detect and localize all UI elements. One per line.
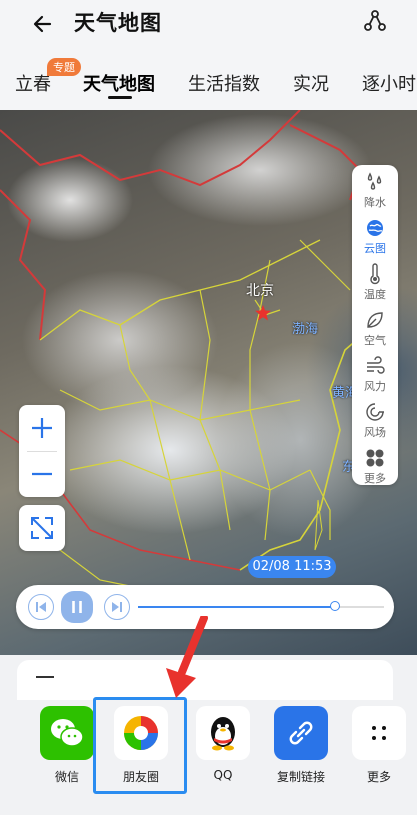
share-qq[interactable]: QQ bbox=[193, 706, 253, 782]
thermometer-icon bbox=[370, 263, 380, 285]
sea-label-bohai: 渤海 bbox=[292, 322, 319, 337]
cloud-globe-icon bbox=[367, 220, 383, 236]
next-frame-button[interactable] bbox=[104, 594, 130, 620]
pause-icon bbox=[72, 601, 82, 613]
pointer-arrow-icon bbox=[166, 616, 208, 698]
tab-life-index[interactable]: 生活指数 bbox=[188, 70, 260, 96]
leaf-icon bbox=[367, 312, 383, 328]
layer-selector: 降水 云图 温度 空气 风力 风场 更多 bbox=[352, 165, 398, 485]
layer-cloud[interactable]: 云图 bbox=[352, 217, 398, 256]
wind-field-icon bbox=[366, 403, 384, 421]
layer-more[interactable]: 更多 bbox=[352, 447, 398, 486]
skip-forward-icon bbox=[112, 602, 122, 612]
tab-weather-map[interactable]: 天气地图 bbox=[83, 70, 155, 96]
layer-wind-force[interactable]: 风力 bbox=[352, 355, 398, 394]
layer-wind-field[interactable]: 风场 bbox=[352, 401, 398, 440]
timeline-knob[interactable] bbox=[329, 601, 340, 611]
pause-button[interactable] bbox=[61, 591, 93, 623]
tab-hourly[interactable]: 逐小时 bbox=[362, 70, 416, 96]
timeline-slider[interactable] bbox=[138, 601, 384, 611]
timeline-progress bbox=[138, 606, 335, 608]
wechat-icon bbox=[40, 706, 94, 760]
zoom-out-button[interactable] bbox=[19, 451, 65, 497]
zoom-in-button[interactable] bbox=[19, 405, 65, 451]
zoom-control bbox=[19, 405, 65, 497]
more-dots-icon bbox=[352, 706, 406, 760]
layer-temperature[interactable]: 温度 bbox=[352, 263, 398, 302]
qq-penguin-icon bbox=[196, 706, 250, 760]
previous-frame-button[interactable] bbox=[28, 594, 54, 620]
layer-air[interactable]: 空气 bbox=[352, 309, 398, 348]
fullscreen-button[interactable] bbox=[19, 505, 65, 551]
more-grid-icon bbox=[366, 449, 384, 467]
page-title: 天气地图 bbox=[74, 11, 162, 35]
tab-lichun[interactable]: 立春 bbox=[15, 70, 51, 96]
layer-rain[interactable]: 降水 bbox=[352, 171, 398, 210]
sheet-dash bbox=[36, 676, 54, 678]
wind-icon bbox=[367, 356, 385, 374]
link-icon bbox=[274, 706, 328, 760]
tab-live[interactable]: 实况 bbox=[293, 70, 329, 96]
share-more[interactable]: 更多 bbox=[349, 706, 409, 785]
app-header: 天气地图 bbox=[0, 0, 417, 50]
share-wechat[interactable]: 微信 bbox=[37, 706, 97, 785]
rain-icon bbox=[367, 172, 382, 190]
topic-badge: 专题 bbox=[47, 58, 81, 76]
timestamp-chip: 02/08 11:53 bbox=[248, 556, 336, 578]
city-label-beijing: 北京 bbox=[246, 283, 274, 299]
back-arrow-icon[interactable] bbox=[28, 8, 60, 40]
active-tab-indicator bbox=[108, 96, 132, 99]
share-copy-link[interactable]: 复制链接 bbox=[271, 706, 331, 785]
fullscreen-icon bbox=[31, 517, 53, 539]
highlight-box bbox=[93, 697, 187, 794]
capital-star-icon bbox=[255, 305, 271, 321]
skip-back-icon bbox=[36, 602, 46, 612]
share-nodes-icon[interactable] bbox=[362, 8, 388, 34]
